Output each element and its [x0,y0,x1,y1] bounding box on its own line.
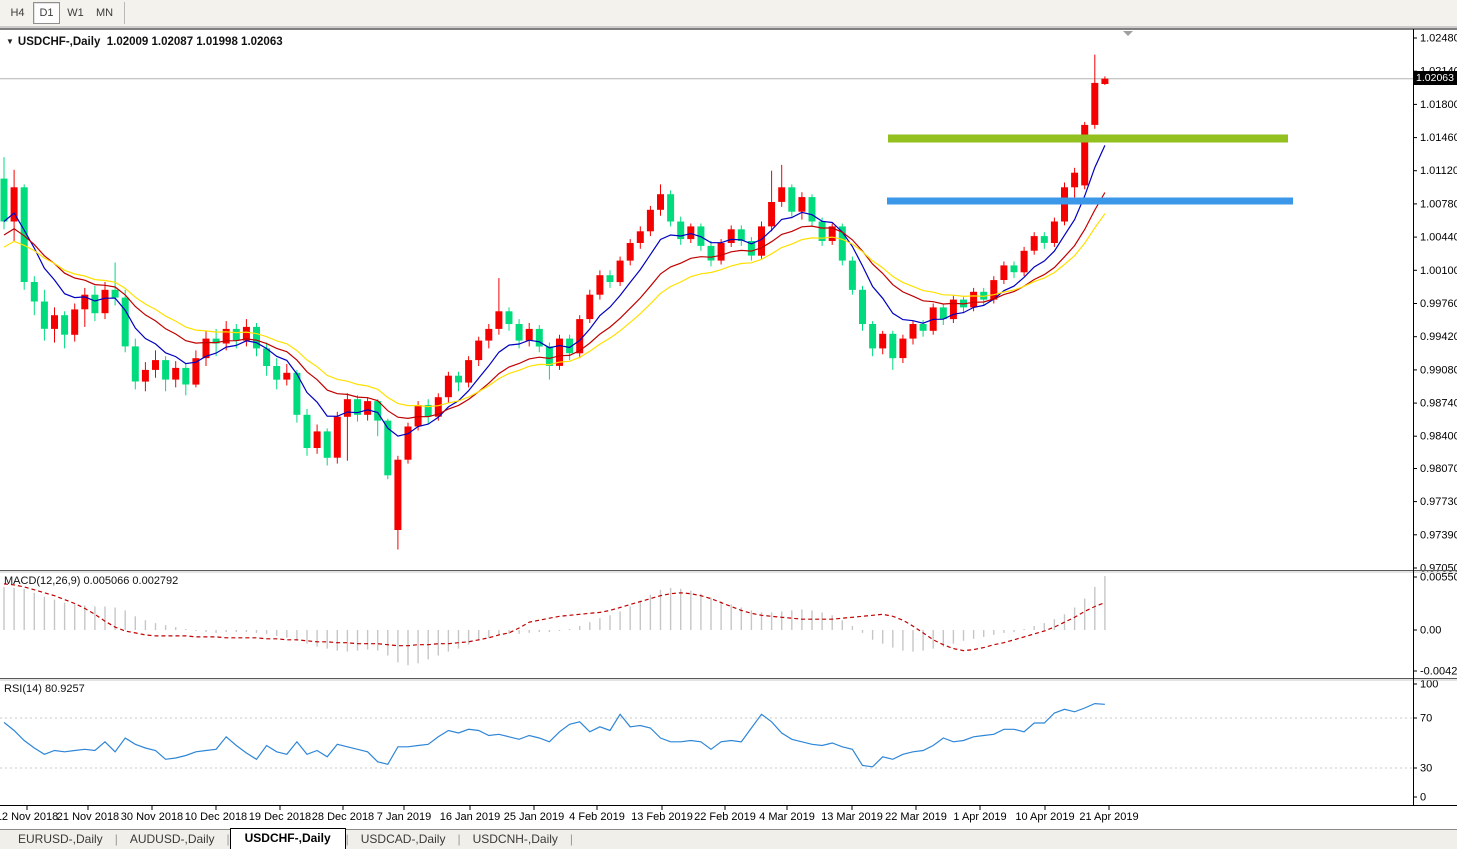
ma-lines-layer [4,145,1105,436]
chart-shift-icon [1123,31,1133,36]
svg-text:16 Jan 2019: 16 Jan 2019 [440,811,501,823]
candles-layer [1,55,1109,550]
macd-panel [4,576,1105,665]
current-price-tag: 1.02063 [1413,71,1457,85]
tab-audusd-daily[interactable]: AUDUSD-,Daily [118,830,227,849]
svg-text:0.98070: 0.98070 [1420,463,1457,475]
svg-text:12 Nov 2018: 12 Nov 2018 [0,811,58,823]
svg-text:1.01120: 1.01120 [1420,165,1457,177]
macd-indicator-label: MACD(12,26,9) 0.005066 0.002792 [4,575,178,587]
svg-text:1.00440: 1.00440 [1420,232,1457,244]
svg-text:0.98400: 0.98400 [1420,431,1457,443]
svg-text:21 Nov 2018: 21 Nov 2018 [57,811,119,823]
svg-text:1.02480: 1.02480 [1420,33,1457,45]
chart-title-symbol: USDCHF-,Daily [18,36,100,48]
svg-text:70: 70 [1420,713,1432,725]
svg-text:10 Dec 2018: 10 Dec 2018 [185,811,247,823]
svg-text:1.00100: 1.00100 [1420,265,1457,277]
chart-tabbar: EURUSD-,Daily|AUDUSD-,Daily|USDCHF-,Dail… [0,829,1457,849]
chart-canvas[interactable]: 1.024801.021401.018001.014601.011201.007… [0,0,1457,849]
svg-text:30 Nov 2018: 30 Nov 2018 [121,811,183,823]
svg-text:13 Mar 2019: 13 Mar 2019 [821,811,883,823]
svg-text:1.01460: 1.01460 [1420,132,1457,144]
svg-text:0.005508: 0.005508 [1420,572,1457,584]
chart-title-ohlc: 1.02009 1.02087 1.01998 1.02063 [107,36,283,48]
svg-text:-0.004221: -0.004221 [1420,666,1457,678]
tab-eurusd-daily[interactable]: EURUSD-,Daily [6,830,115,849]
svg-text:1 Apr 2019: 1 Apr 2019 [953,811,1006,823]
svg-text:0.98740: 0.98740 [1420,398,1457,410]
svg-text:10 Apr 2019: 10 Apr 2019 [1015,811,1074,823]
rsi-panel [0,704,1413,768]
tab-usdchf-daily[interactable]: USDCHF-,Daily [230,828,346,849]
mt4-chart-window: { "toolbar": { "timeframes": [ {"label":… [0,0,1457,849]
tab-usdcnh-daily[interactable]: USDCNH-,Daily [461,830,570,849]
svg-text:30: 30 [1420,763,1432,775]
svg-text:7 Jan 2019: 7 Jan 2019 [377,811,431,823]
tab-separator: | [570,832,573,849]
svg-text:21 Apr 2019: 21 Apr 2019 [1079,811,1138,823]
price-axis: 1.024801.021401.018001.014601.011201.007… [1413,33,1457,575]
svg-text:0.99760: 0.99760 [1420,298,1457,310]
svg-text:0.00: 0.00 [1420,625,1441,637]
date-axis: 12 Nov 201821 Nov 201830 Nov 201810 Dec … [0,806,1139,823]
svg-text:4 Mar 2019: 4 Mar 2019 [759,811,815,823]
rsi-indicator-label: RSI(14) 80.9257 [4,683,85,695]
svg-text:13 Feb 2019: 13 Feb 2019 [631,811,693,823]
svg-text:1.01800: 1.01800 [1420,99,1457,111]
chart-title: ▼ USDCHF-,Daily 1.02009 1.02087 1.01998 1… [6,36,283,48]
collapse-triangle-icon[interactable]: ▼ [6,37,14,46]
svg-text:0.99420: 0.99420 [1420,331,1457,343]
svg-text:0.97730: 0.97730 [1420,496,1457,508]
svg-text:22 Feb 2019: 22 Feb 2019 [694,811,756,823]
svg-text:4 Feb 2019: 4 Feb 2019 [569,811,625,823]
svg-text:0.97390: 0.97390 [1420,529,1457,541]
svg-text:22 Mar 2019: 22 Mar 2019 [885,811,947,823]
level-lines-layer [887,135,1293,205]
svg-text:28 Dec 2018: 28 Dec 2018 [312,811,374,823]
svg-text:25 Jan 2019: 25 Jan 2019 [504,811,565,823]
svg-text:0.99080: 0.99080 [1420,364,1457,376]
green-resistance-line[interactable] [888,135,1288,143]
blue-support-line[interactable] [887,198,1293,205]
svg-text:1.00780: 1.00780 [1420,198,1457,210]
tab-usdcad-daily[interactable]: USDCAD-,Daily [349,830,458,849]
rsi-axis: 10070300 [1413,679,1438,804]
svg-text:0: 0 [1420,792,1426,804]
frame-layer [0,27,1457,806]
macd-axis: 0.005508 0.00 -0.004221 [1413,572,1457,678]
svg-text:19 Dec 2018: 19 Dec 2018 [249,811,311,823]
